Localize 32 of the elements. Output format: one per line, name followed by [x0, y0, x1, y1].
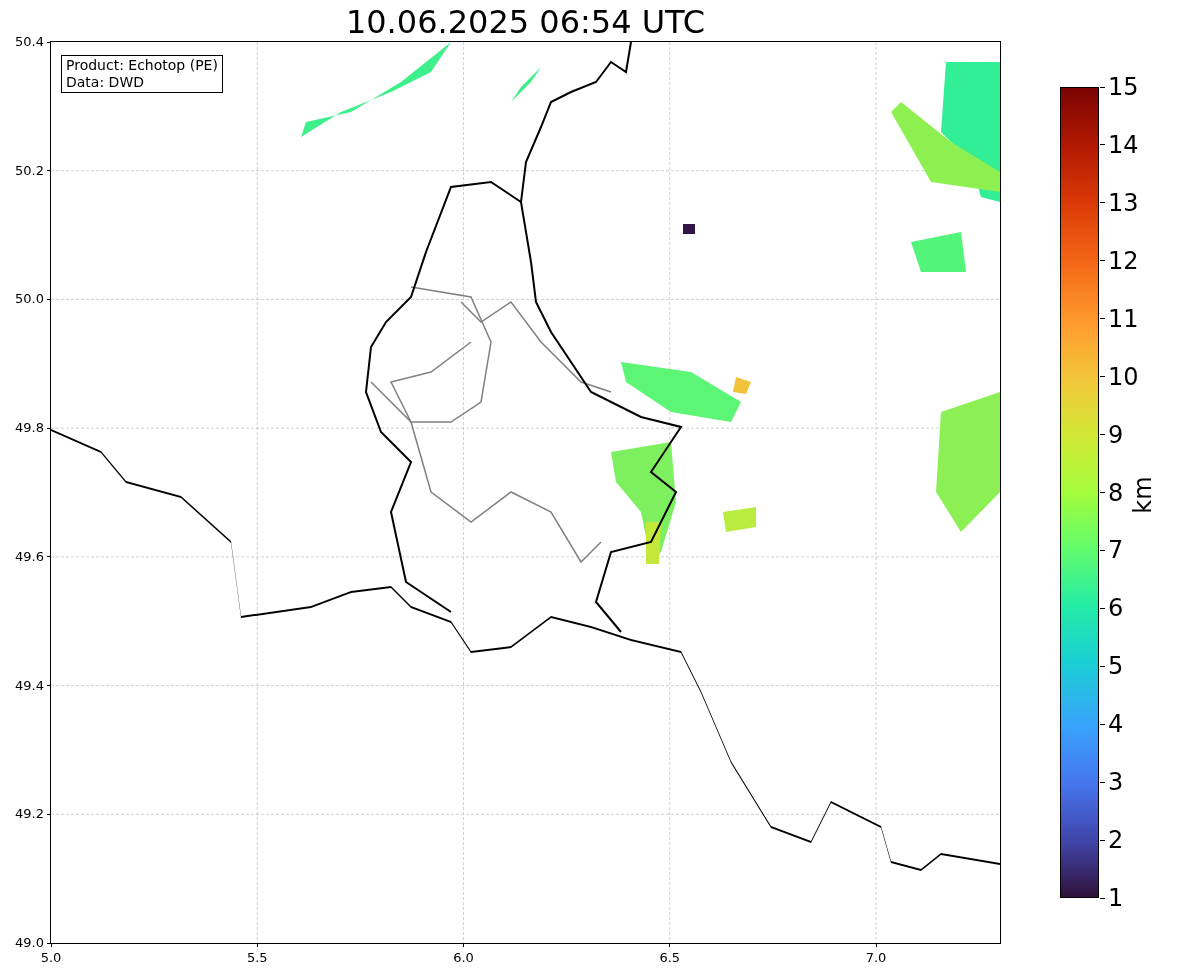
y-tick-label: 49.6	[15, 548, 44, 565]
x-tick-label: 5.5	[246, 950, 268, 966]
colorbar-tick-label: 6	[1108, 594, 1124, 623]
y-tick-label: 49.8	[15, 420, 44, 437]
colorbar-tick-label: 8	[1108, 478, 1124, 507]
colorbar-tick-label: 12	[1108, 246, 1139, 275]
y-tick-label: 49.4	[15, 677, 44, 694]
y-tick-label: 50.4	[15, 34, 44, 50]
colorbar-tick-label: 13	[1108, 188, 1139, 217]
legend-text: Data: DWD	[66, 74, 145, 91]
colorbar-tick-label: 3	[1108, 768, 1124, 797]
y-tick-label: 49.2	[15, 806, 44, 823]
colorbar-tick-label: 5	[1108, 652, 1124, 681]
colorbar-tick-label: 2	[1108, 826, 1124, 855]
chart-title: 10.06.2025 06:54 UTC	[344, 2, 707, 42]
legend-text: Product: Echotop (PE)	[66, 57, 218, 74]
colorbar-tick-label: 15	[1108, 73, 1139, 101]
x-tick-label: 7.0	[865, 950, 887, 966]
colorbar-tick-label: 7	[1108, 536, 1124, 565]
x-tick-label: 6.0	[453, 950, 474, 966]
y-tick-label: 50.0	[15, 291, 44, 308]
colorbar-tick-label: 1	[1108, 884, 1124, 912]
y-tick-label: 49.0	[15, 935, 44, 951]
colorbar-tick-label: 14	[1108, 130, 1139, 159]
colorbar-label: km	[1129, 476, 1157, 514]
colorbar-tick-label: 11	[1108, 304, 1139, 333]
colorbar-tick-label: 9	[1108, 420, 1124, 449]
colorbar-tick-label: 4	[1108, 710, 1124, 739]
y-tick-label: 50.2	[15, 162, 44, 179]
x-tick-label: 5.0	[40, 950, 62, 966]
colorbar-tick-label: 10	[1108, 362, 1139, 391]
x-tick-label: 6.5	[659, 950, 681, 966]
